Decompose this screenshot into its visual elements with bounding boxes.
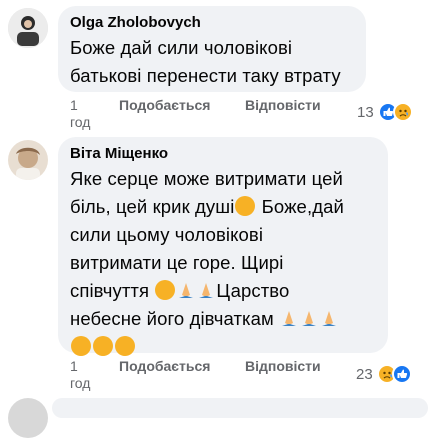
text-fragment: Боже,дай xyxy=(256,196,344,217)
comment-text-line: батькові перенести таку втрату xyxy=(70,65,341,86)
reaction-summary[interactable]: 13 xyxy=(357,102,413,122)
reaction-summary[interactable]: 23 xyxy=(356,364,412,384)
praying-hands-icon xyxy=(177,280,195,300)
comment-timestamp[interactable]: 1 год xyxy=(70,97,100,131)
sad-face-emoji-icon xyxy=(93,336,113,356)
comment-text-line: Боже дай сили чоловікові xyxy=(70,37,293,58)
comment-text-line: сили цьому чоловікові xyxy=(70,224,264,245)
praying-hands-icon xyxy=(280,308,298,328)
text-fragment: співчуття xyxy=(70,280,155,301)
praying-hands-icon xyxy=(320,308,338,328)
comment-text-line: біль, цей крик душі Боже,дай xyxy=(70,193,376,221)
sad-face-emoji-icon xyxy=(71,336,91,356)
text-fragment: Царство xyxy=(216,280,290,301)
comment-text-line: Яке серце може витримати цей xyxy=(70,168,343,189)
time-value: 1 xyxy=(70,97,78,113)
text-fragment: біль, цей крик душі xyxy=(70,196,235,217)
user-avatar-icon xyxy=(8,8,48,48)
comment-text: Яке серце може витримати цей біль, цей к… xyxy=(70,165,376,361)
next-comment-bubble xyxy=(52,398,428,418)
praying-hands-icon xyxy=(300,308,318,328)
sad-face-emoji-icon xyxy=(115,336,135,356)
comment-text: Боже дай сили чоловікові батькові перене… xyxy=(70,34,354,90)
text-fragment: небесне його дівчаткам xyxy=(70,308,280,329)
comment-text-line: витримати це горе. Щирі xyxy=(70,252,284,273)
crying-emoji-icon xyxy=(155,280,176,300)
reply-button[interactable]: Відповісти xyxy=(245,97,321,114)
time-unit: год xyxy=(70,114,91,130)
like-button[interactable]: Подобається xyxy=(119,97,210,114)
comment-bubble: Olga Zholobovych Боже дай сили чоловіков… xyxy=(58,6,366,92)
crying-emoji-icon xyxy=(235,196,256,216)
comment-author[interactable]: Olga Zholobovych xyxy=(70,14,354,32)
praying-hands-icon xyxy=(197,280,215,300)
reply-button[interactable]: Відповісти xyxy=(245,358,321,375)
comment-timestamp[interactable]: 1 год xyxy=(70,358,100,392)
sad-reaction-icon xyxy=(392,102,413,122)
user-avatar-icon xyxy=(8,140,48,180)
comment-text-line: співчуття Царство xyxy=(70,277,376,305)
comment-author[interactable]: Віта Міщенко xyxy=(70,145,376,163)
comment-text-line xyxy=(70,333,376,361)
time-value: 1 xyxy=(70,358,78,374)
avatar[interactable] xyxy=(8,398,48,438)
comment-text-line: небесне його дівчаткам xyxy=(70,305,376,333)
reaction-count: 23 xyxy=(356,365,373,383)
avatar[interactable] xyxy=(8,8,48,48)
reaction-count: 13 xyxy=(357,103,374,121)
like-reaction-icon xyxy=(391,364,412,384)
comment-bubble: Віта Міщенко Яке серце може витримати це… xyxy=(58,137,388,356)
time-unit: год xyxy=(70,375,91,391)
avatar[interactable] xyxy=(8,140,48,180)
like-button[interactable]: Подобається xyxy=(119,358,210,375)
